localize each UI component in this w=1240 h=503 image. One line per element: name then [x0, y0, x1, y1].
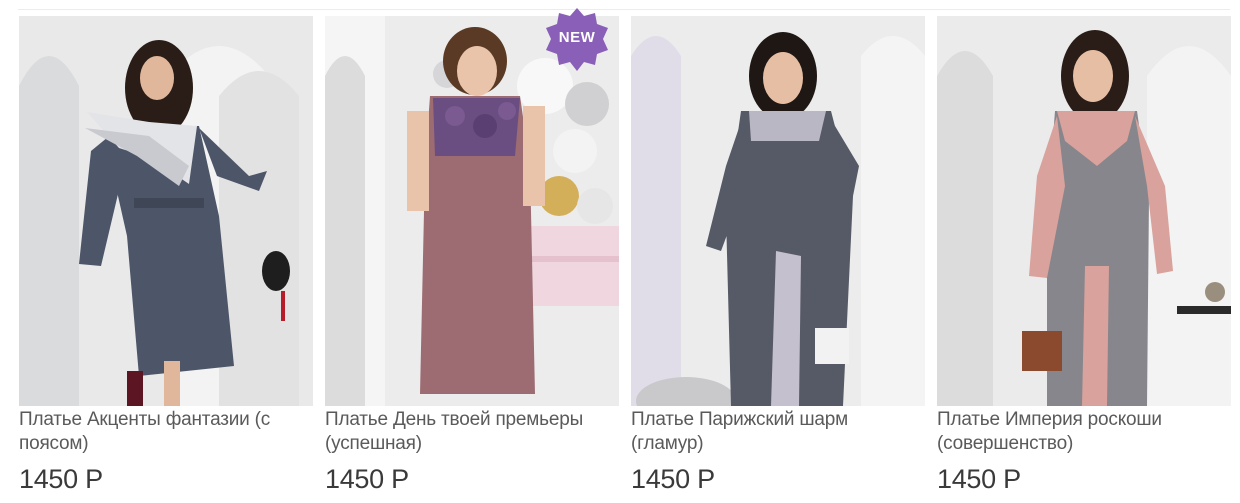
- product-price: 1450 Р: [631, 464, 715, 494]
- product-name[interactable]: Платье День твоей премьеры (успешная): [325, 408, 619, 456]
- product-grid: Платье Акценты фантазии (с поясом) 1450 …: [19, 8, 1231, 503]
- product-price: 1450 Р: [19, 464, 103, 494]
- product-card[interactable]: Платье Акценты фантазии (с поясом) 1450 …: [19, 16, 313, 503]
- product-name[interactable]: Платье Акценты фантазии (с поясом): [19, 408, 313, 456]
- product-photo[interactable]: [19, 16, 313, 406]
- product-price: 1450 Р: [325, 464, 409, 494]
- product-price: 1450 Р: [937, 464, 1021, 494]
- product-photo-image: [19, 16, 313, 406]
- new-badge-label: NEW: [558, 29, 596, 46]
- product-card[interactable]: Платье Империя роскоши (совершенство) 14…: [937, 16, 1231, 503]
- product-card[interactable]: Платье Парижский шарм (гламур) 1450 Р: [631, 16, 925, 503]
- product-photo[interactable]: [937, 16, 1231, 406]
- product-photo[interactable]: [631, 16, 925, 406]
- product-card[interactable]: NEW Платье День твоей премьеры (успешная…: [325, 8, 619, 503]
- product-photo-image: [325, 16, 619, 406]
- new-badge: NEW: [545, 8, 609, 72]
- product-name[interactable]: Платье Парижский шарм (гламур): [631, 408, 925, 456]
- product-photo[interactable]: [325, 16, 619, 406]
- product-name[interactable]: Платье Империя роскоши (совершенство): [937, 408, 1231, 456]
- product-photo-image: [937, 16, 1231, 406]
- top-divider: [18, 9, 1230, 10]
- product-photo-image: [631, 16, 925, 406]
